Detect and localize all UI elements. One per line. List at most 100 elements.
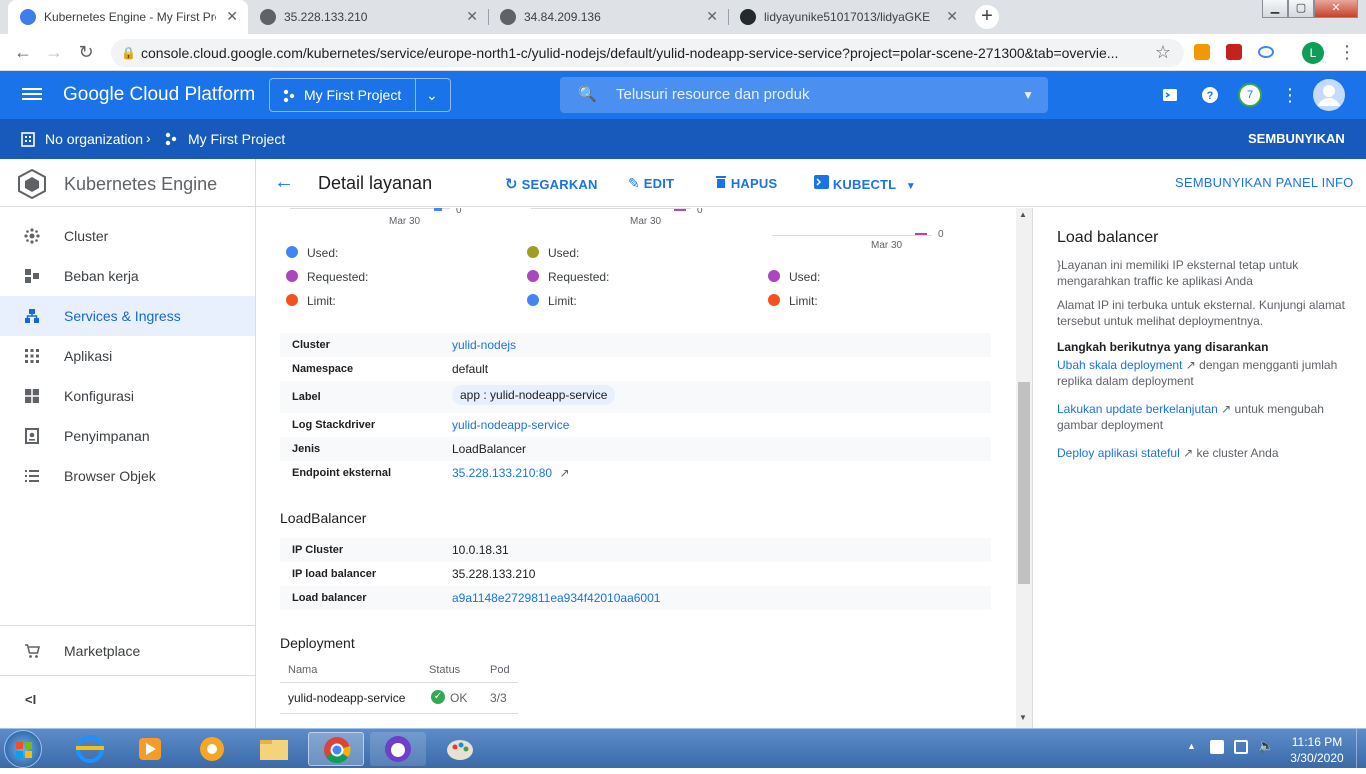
reload-icon[interactable]: ↻ [75,42,97,63]
organization-link[interactable]: No organization [45,131,143,147]
minimize-window-button[interactable]: ▁ [1262,0,1288,18]
refresh-button[interactable]: ↻ SEGARKAN [505,175,598,193]
extension-icon[interactable] [1226,44,1242,60]
row-key: Endpoint eksternal [292,467,392,479]
close-tab-icon[interactable]: ✕ [226,8,238,25]
chart-axis-line [531,208,691,209]
scroll-down-arrow-icon[interactable]: ▼ [1019,713,1027,722]
legend-swatch [286,270,298,282]
chart-tick-label: Mar 30 [630,216,662,227]
cloud-shell-icon[interactable] [1158,83,1182,107]
resource-search-input[interactable]: 🔍 Telusuri resource dan produk ▼ [560,77,1048,113]
globe-icon [260,9,276,25]
browser-tab-github[interactable]: lidyayunike51017013/lidyaGKE ✕ [728,0,968,34]
edit-button[interactable]: ✎ EDIT [628,175,674,192]
hide-org-bar-button[interactable]: SEMBUNYIKAN [1248,131,1345,146]
nav-item-applications[interactable]: Aplikasi [0,336,255,376]
show-hidden-icons-arrow-icon[interactable]: ▲ [1187,741,1196,751]
profile-avatar[interactable]: L [1302,42,1324,64]
deployment-name[interactable]: yulid-nodeapp-service [288,691,405,705]
nav-item-cluster[interactable]: Cluster [0,216,255,256]
settings-gear-taskbar-icon[interactable] [184,732,240,766]
chart-tick-label: Mar 30 [871,240,903,251]
close-tab-icon[interactable]: ✕ [466,8,478,25]
show-desktop-button[interactable] [1356,729,1366,769]
extension-icon[interactable] [1258,46,1274,58]
chrome-taskbar-icon[interactable] [308,732,364,766]
back-arrow-icon[interactable]: ← [12,42,34,63]
cluster-link[interactable]: yulid-nodejs [452,338,516,352]
new-tab-button[interactable]: + [975,5,999,29]
system-clock[interactable]: 11:16 PM 3/30/2020 [1286,734,1348,766]
browser-tab-kubernetes[interactable]: Kubernetes Engine - My First Pro ✕ [8,0,248,34]
scrollbar-thumb[interactable] [1018,382,1030,584]
next-step-item: Lakukan update berkelanjutan ↗ untuk men… [1057,401,1347,433]
notifications-badge[interactable]: 7 [1238,83,1262,107]
refresh-label: SEGARKAN [521,177,598,192]
url-field[interactable]: 🔒 console.cloud.google.com/kubernetes/se… [111,39,1184,67]
legend-swatch [286,246,298,258]
refresh-icon: ↻ [505,176,518,193]
help-icon[interactable]: ? [1198,83,1222,107]
project-link[interactable]: My First Project [188,131,285,147]
more-options-icon[interactable]: ⋮ [1278,83,1302,107]
stateful-app-link[interactable]: Deploy aplikasi stateful [1057,446,1180,460]
row-key: IP Cluster [292,544,344,556]
load-balancer-link[interactable]: a9a1148e2729811ea934f42010aa6001 [452,591,660,605]
scroll-up-arrow-icon[interactable]: ▲ [1019,210,1027,219]
stackdriver-log-link[interactable]: yulid-nodeapp-service [452,418,569,432]
external-link-icon: ↗ [1185,358,1196,372]
legend-label: Limit: [789,294,818,308]
nav-item-object-browser[interactable]: Browser Objek [0,456,255,496]
start-button[interactable] [4,730,42,768]
info-panel-title: Load balancer [1057,229,1159,246]
maximize-window-button[interactable]: ▢ [1288,0,1314,18]
nav-item-configuration[interactable]: Konfigurasi [0,376,255,416]
nav-item-services-ingress[interactable]: Services & Ingress [0,296,255,336]
file-explorer-taskbar-icon[interactable] [246,732,302,766]
browser-tab-bar: Kubernetes Engine - My First Pro ✕ 35.22… [0,0,1366,34]
external-endpoint-link[interactable]: 35.228.133.210:80 ↗ [452,466,570,480]
paint-taskbar-icon[interactable] [432,732,488,766]
delete-button[interactable]: HAPUS [715,175,777,191]
back-arrow-icon[interactable]: ← [274,171,294,194]
rolling-update-link[interactable]: Lakukan update berkelanjutan [1057,402,1218,416]
network-icon[interactable] [1234,740,1248,754]
internet-explorer-taskbar-icon[interactable] [62,732,118,766]
nav-item-marketplace[interactable]: Marketplace [0,631,255,671]
media-player-taskbar-icon[interactable] [122,732,178,766]
account-avatar[interactable] [1313,79,1345,111]
table-row: Load balancer a9a1148e2729811ea934f42010… [280,586,991,610]
browser-menu-icon[interactable]: ⋮ [1336,42,1358,63]
github-desktop-taskbar-icon[interactable] [370,732,426,766]
edit-label: EDIT [643,176,675,191]
content-toolbar: ← Detail layanan ↻ SEGARKAN ✎ EDIT HAPUS… [256,159,1366,207]
row-key: Label [292,391,321,403]
browser-tab-ip-1[interactable]: 35.228.133.210 ✕ [248,0,488,34]
column-header: Status [429,664,461,676]
close-tab-icon[interactable]: ✕ [946,8,958,25]
close-window-button[interactable]: ✕ [1314,0,1358,18]
nav-item-workloads[interactable]: Beban kerja [0,256,255,296]
gcp-title[interactable]: Google Cloud Platform [63,84,255,106]
extension-icon[interactable] [1194,44,1210,60]
forward-arrow-icon[interactable]: → [43,42,65,63]
volume-speaker-icon[interactable]: 🔈 [1258,738,1274,754]
nav-item-storage[interactable]: Penyimpanan [0,416,255,456]
terminal-icon [814,175,829,189]
bookmark-star-icon[interactable]: ☆ [1152,42,1174,63]
collapse-nav-button[interactable]: <I [25,692,36,707]
kubectl-button[interactable]: KUBECTL ▼ [814,175,916,192]
project-selector[interactable]: My First Project ⌄ [269,78,451,112]
hamburger-menu-icon[interactable] [22,85,42,105]
dropdown-arrow-icon[interactable]: ▼ [1022,77,1034,113]
close-tab-icon[interactable]: ✕ [706,8,718,25]
nav-item-label: Browser Objek [64,468,156,484]
config-icon [25,389,39,403]
hide-info-panel-button[interactable]: SEMBUNYIKAN PANEL INFO [1175,175,1354,190]
pod-count: 3/3 [490,691,507,705]
browser-tab-ip-2[interactable]: 34.84.209.136 ✕ [488,0,728,34]
scale-deployment-link[interactable]: Ubah skala deployment [1057,358,1182,372]
action-center-flag-icon[interactable] [1210,740,1224,754]
main-scrollbar[interactable]: ▲ ▼ [1016,208,1032,728]
